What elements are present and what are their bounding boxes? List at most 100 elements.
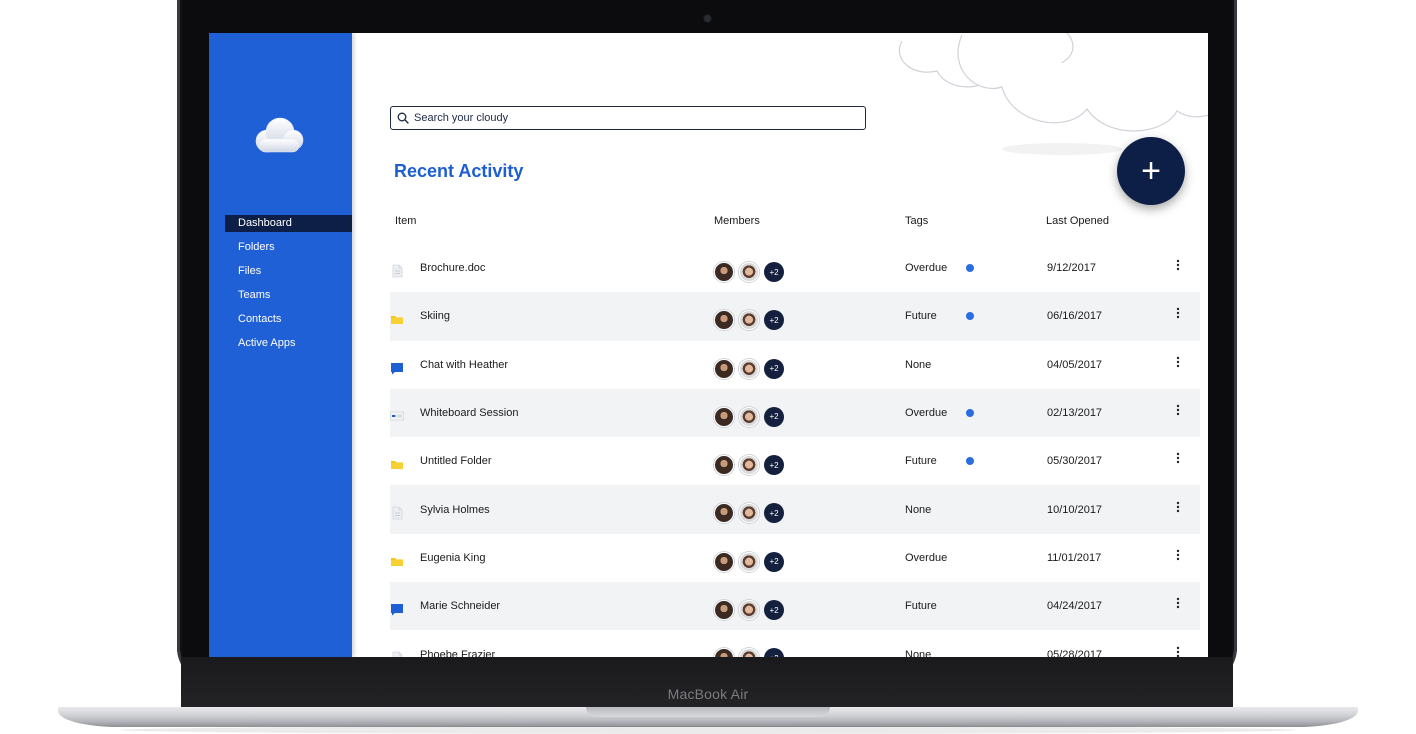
- members-more-badge[interactable]: +2: [764, 600, 784, 621]
- members-group[interactable]: +2: [714, 503, 784, 524]
- members-group[interactable]: +2: [714, 551, 784, 572]
- table-row[interactable]: Phoebe Frazier +2 None 05/28/2017: [390, 630, 1200, 657]
- more-options-icon[interactable]: [1174, 258, 1182, 272]
- sidebar-item-folders[interactable]: Folders: [225, 239, 352, 256]
- last-opened-date: 05/28/2017: [1047, 648, 1103, 657]
- avatar[interactable]: [739, 262, 759, 282]
- members-more-badge[interactable]: +2: [764, 310, 784, 331]
- table-row[interactable]: Chat with Heather +2 None 04/05/2017: [390, 341, 1200, 389]
- item-name[interactable]: Untitled Folder: [420, 455, 492, 467]
- table-row[interactable]: Whiteboard Session +2 Overdue 02/13/2017: [390, 388, 1200, 438]
- members-more-badge[interactable]: +2: [764, 551, 784, 572]
- folder-icon: [390, 457, 404, 471]
- members-more-badge[interactable]: +2: [764, 406, 784, 427]
- members-group[interactable]: +2: [714, 600, 784, 621]
- more-options-icon[interactable]: [1174, 548, 1182, 562]
- avatar[interactable]: [714, 262, 734, 282]
- tag-status-dot: [966, 312, 974, 321]
- members-group[interactable]: +2: [714, 358, 784, 379]
- table-row[interactable]: Sylvia Holmes +2 None 10/10/2017: [390, 485, 1200, 534]
- members-more-badge[interactable]: +2: [764, 648, 784, 657]
- tag-label: Future: [905, 600, 937, 613]
- avatar[interactable]: [739, 358, 759, 379]
- column-header-item[interactable]: Item: [395, 215, 416, 227]
- table-row[interactable]: Untitled Folder +2 Future 05/30/2017: [390, 437, 1200, 485]
- item-name[interactable]: Brochure.doc: [420, 262, 485, 274]
- search-bar[interactable]: [390, 106, 866, 130]
- last-opened-date: 04/05/2017: [1047, 358, 1103, 371]
- document-icon: [390, 264, 404, 278]
- more-options-icon[interactable]: [1174, 355, 1182, 369]
- item-name[interactable]: Sylvia Holmes: [420, 504, 490, 516]
- avatar[interactable]: [739, 600, 759, 621]
- members-group[interactable]: +2: [714, 648, 784, 657]
- avatar[interactable]: [714, 406, 734, 427]
- members-more-badge[interactable]: +2: [764, 503, 784, 524]
- item-name[interactable]: Whiteboard Session: [420, 407, 518, 419]
- avatar[interactable]: [739, 503, 759, 524]
- more-options-icon[interactable]: [1174, 500, 1182, 514]
- avatar[interactable]: [739, 551, 759, 572]
- avatar[interactable]: [739, 310, 759, 331]
- members-more-badge[interactable]: +2: [764, 455, 784, 476]
- avatar[interactable]: [714, 648, 734, 657]
- more-options-icon[interactable]: [1174, 451, 1182, 465]
- avatar[interactable]: [714, 455, 734, 476]
- table-row[interactable]: Brochure.doc +2 Overdue 9/12/2017: [390, 244, 1200, 292]
- column-header-last-opened[interactable]: Last Opened: [1046, 215, 1109, 227]
- members-more-badge[interactable]: +2: [764, 262, 784, 282]
- table-header: Item Members Tags Last Opened: [390, 215, 1200, 235]
- tag-label: None: [905, 358, 932, 371]
- avatar[interactable]: [714, 600, 734, 621]
- app-screen: Dashboard Folders Files Teams Contacts A…: [209, 33, 1208, 657]
- whiteboard-icon: [390, 409, 404, 423]
- tag-status-dot: [966, 457, 974, 466]
- members-group[interactable]: +2: [714, 262, 784, 282]
- avatar[interactable]: [739, 455, 759, 476]
- avatar[interactable]: [714, 503, 734, 524]
- folder-icon: [390, 312, 404, 326]
- table-row[interactable]: Marie Schneider +2 Future 04/24/2017: [390, 582, 1200, 631]
- avatar[interactable]: [739, 648, 759, 657]
- item-name[interactable]: Phoebe Frazier: [420, 649, 495, 657]
- column-header-tags[interactable]: Tags: [905, 215, 928, 227]
- document-icon: [390, 651, 404, 657]
- more-options-icon[interactable]: [1174, 403, 1182, 417]
- avatar[interactable]: [739, 406, 759, 427]
- chat-icon: [390, 602, 404, 616]
- item-name[interactable]: Chat with Heather: [420, 359, 508, 371]
- table-row[interactable]: Skiing +2 Future 06/16/2017: [390, 292, 1200, 341]
- sidebar-item-contacts[interactable]: Contacts: [225, 311, 352, 328]
- device-brand-label: MacBook Air: [667, 686, 749, 702]
- table-row[interactable]: Eugenia King +2 Overdue 11/01/2017: [390, 534, 1200, 582]
- members-group[interactable]: +2: [714, 406, 784, 427]
- sidebar-item-files[interactable]: Files: [225, 263, 352, 280]
- sidebar-item-dashboard[interactable]: Dashboard: [225, 215, 352, 232]
- avatar[interactable]: [714, 358, 734, 379]
- sidebar-item-active-apps[interactable]: Active Apps: [225, 335, 352, 352]
- camera-icon: [704, 15, 711, 22]
- item-name[interactable]: Skiing: [420, 310, 450, 322]
- item-name[interactable]: Marie Schneider: [420, 600, 500, 612]
- last-opened-date: 02/13/2017: [1047, 407, 1103, 420]
- members-more-badge[interactable]: +2: [764, 358, 784, 379]
- last-opened-date: 06/16/2017: [1047, 310, 1103, 323]
- folder-icon: [390, 554, 404, 568]
- add-button[interactable]: +: [1117, 137, 1185, 205]
- sidebar-item-teams[interactable]: Teams: [225, 287, 352, 304]
- cloud-logo-icon: [255, 117, 304, 153]
- members-group[interactable]: +2: [714, 455, 784, 476]
- last-opened-date: 04/24/2017: [1047, 600, 1103, 613]
- column-header-members[interactable]: Members: [714, 215, 760, 227]
- avatar[interactable]: [714, 310, 734, 331]
- more-options-icon[interactable]: [1174, 306, 1182, 320]
- more-options-icon[interactable]: [1174, 645, 1182, 657]
- last-opened-date: 10/10/2017: [1047, 503, 1103, 516]
- chat-icon: [390, 361, 404, 375]
- search-input[interactable]: [414, 112, 854, 124]
- tag-status-dot: [966, 409, 974, 418]
- more-options-icon[interactable]: [1174, 596, 1182, 610]
- members-group[interactable]: +2: [714, 310, 784, 331]
- item-name[interactable]: Eugenia King: [420, 552, 485, 564]
- avatar[interactable]: [714, 551, 734, 572]
